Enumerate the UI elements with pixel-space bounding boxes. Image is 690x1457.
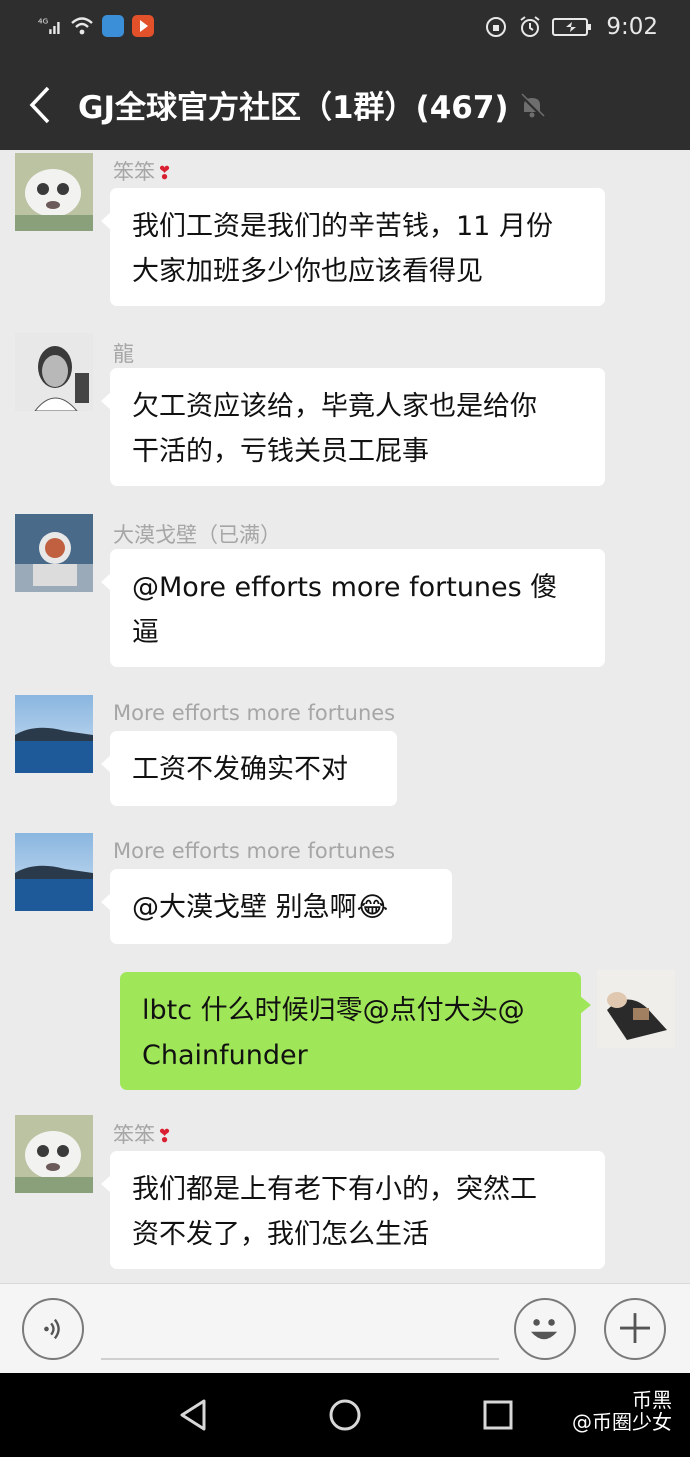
- avatar[interactable]: [15, 695, 93, 773]
- avatar[interactable]: [15, 833, 93, 911]
- nav-home-icon[interactable]: [323, 1393, 367, 1437]
- signal-icon: 4G: [38, 17, 60, 34]
- message-line: 我们工资是我们的辛苦钱，11 月份: [132, 211, 553, 242]
- avatar[interactable]: [15, 1115, 93, 1193]
- clock: 9:02: [606, 14, 658, 40]
- message-line: 逼: [132, 617, 159, 648]
- input-bar: [0, 1283, 690, 1373]
- heart-emoji: ❣: [157, 163, 173, 184]
- message-line: 工资不发确实不对: [132, 754, 348, 785]
- alarm-icon: [520, 16, 540, 37]
- sender-name: 大漠戈壁（已满）: [113, 523, 281, 547]
- battery-icon: [552, 18, 592, 36]
- message-bubble[interactable]: @大漠戈壁 别急啊😂: [101, 869, 452, 944]
- sender-name: More efforts more fortunes: [113, 701, 396, 725]
- watermark-line: @币圈少女: [572, 1410, 672, 1434]
- chat-title: GJ全球官方社区（1群）(467): [78, 90, 509, 126]
- emoji-icon[interactable]: [514, 1298, 576, 1360]
- mute-bell-icon: [519, 93, 545, 119]
- voice-icon[interactable]: [22, 1298, 84, 1360]
- sender-name: More efforts more fortunes: [113, 839, 396, 863]
- avatar[interactable]: [15, 514, 93, 592]
- network-type: 4G: [38, 17, 48, 26]
- message-line: 大家加班多少你也应该看得见: [132, 256, 483, 287]
- message-line: @大漠戈壁 别急啊😂: [132, 892, 389, 923]
- chat-message-list[interactable]: 笨笨 ❣ 我们工资是我们的辛苦钱，11 月份 大家加班多少你也应该看得见 龍 欠工…: [0, 150, 690, 1283]
- avatar[interactable]: [15, 153, 93, 231]
- sender-name: 笨笨 ❣: [113, 1123, 173, 1147]
- message-line: 我们都是上有老下有小的，突然工: [132, 1174, 537, 1205]
- message-input[interactable]: [101, 1298, 499, 1360]
- message-bubble[interactable]: 我们工资是我们的辛苦钱，11 月份 大家加班多少你也应该看得见: [101, 188, 605, 306]
- watermark-line: 币黑: [632, 1388, 672, 1412]
- plus-icon[interactable]: [604, 1298, 666, 1360]
- message-line: 资不发了，我们怎么生活: [132, 1219, 429, 1250]
- avatar[interactable]: [597, 970, 675, 1048]
- message-line: lbtc 什么时候归零@点付大头@: [142, 995, 525, 1026]
- back-arrow-icon[interactable]: [20, 82, 60, 128]
- message-line: 欠工资应该给，毕竟人家也是给你: [132, 391, 537, 422]
- video-app-icon: [132, 15, 154, 37]
- nav-recent-icon[interactable]: [476, 1393, 520, 1437]
- message-bubble[interactable]: 欠工资应该给，毕竟人家也是给你 干活的，亏钱关员工屁事: [101, 368, 605, 486]
- message-line: 干活的，亏钱关员工屁事: [132, 436, 429, 467]
- top-bar: 4G 9:02 GJ全球官方社区（1群）(467): [0, 0, 690, 150]
- message-bubble[interactable]: 我们都是上有老下有小的，突然工 资不发了，我们怎么生活: [101, 1151, 605, 1269]
- wifi-icon: [71, 17, 93, 35]
- sender-name: 笨笨 ❣: [113, 160, 173, 184]
- rotation-lock-icon: [486, 17, 507, 37]
- status-right: 9:02: [484, 14, 658, 40]
- message-line: @More efforts more fortunes 傻: [132, 572, 558, 603]
- status-bar: 4G 9:02: [0, 0, 690, 60]
- sender-name: 龍: [113, 342, 134, 366]
- security-app-icon: [102, 15, 124, 37]
- watermark: 币黑 @币圈少女: [572, 1389, 672, 1433]
- heart-emoji: ❣: [157, 1126, 173, 1147]
- message-bubble[interactable]: lbtc 什么时候归零@点付大头@ Chainfunder: [120, 972, 591, 1090]
- message-bubble[interactable]: 工资不发确实不对: [101, 731, 397, 806]
- chat-header: GJ全球官方社区（1群）(467): [0, 60, 690, 150]
- nav-back-icon[interactable]: [172, 1393, 216, 1437]
- message-line: Chainfunder: [142, 1040, 308, 1071]
- wechat-chat-screen: 4G 9:02 GJ全球官方社区（1群）(467) 笨笨 ❣ 我们工资是我们的辛…: [0, 0, 690, 1457]
- avatar[interactable]: [15, 333, 93, 411]
- message-bubble[interactable]: @More efforts more fortunes 傻 逼: [101, 549, 605, 667]
- status-left: 4G: [38, 14, 154, 38]
